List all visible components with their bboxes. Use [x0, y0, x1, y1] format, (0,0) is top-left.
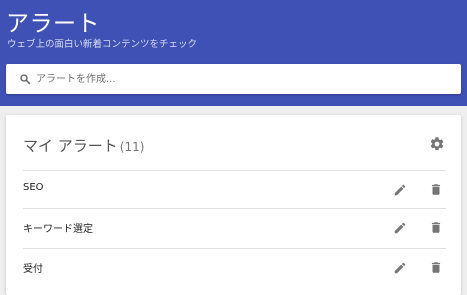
- delete-icon[interactable]: [429, 220, 443, 235]
- alert-name[interactable]: 受付: [23, 260, 43, 275]
- alert-row[interactable]: キーワード選定: [23, 208, 446, 247]
- my-alerts-title: マイ アラート: [23, 137, 118, 155]
- search-icon: [20, 74, 31, 85]
- edit-icon[interactable]: [393, 221, 407, 235]
- alert-name[interactable]: キーワード選定: [23, 220, 93, 235]
- page-title: アラート: [6, 11, 100, 37]
- gear-icon[interactable]: [429, 136, 445, 152]
- my-alerts-heading: マイ アラート (11): [23, 135, 144, 156]
- edit-icon[interactable]: [393, 261, 407, 275]
- app-header: アラート ウェブ上の面白い新着コンテンツをチェック: [0, 0, 467, 106]
- page-subtitle: ウェブ上の面白い新着コンテンツをチェック: [7, 39, 198, 50]
- my-alerts-card: マイ アラート (11) SEO キーワード選定 受付: [6, 115, 461, 295]
- delete-icon[interactable]: [429, 182, 443, 197]
- create-alert-input[interactable]: [32, 64, 460, 94]
- delete-icon[interactable]: [429, 260, 443, 275]
- create-alert-box[interactable]: [6, 64, 461, 94]
- my-alerts-count: (11): [119, 140, 145, 154]
- alert-name[interactable]: SEO: [23, 182, 44, 193]
- edit-icon[interactable]: [393, 183, 407, 197]
- alert-row[interactable]: 受付: [23, 248, 446, 287]
- alert-row[interactable]: SEO: [23, 170, 446, 209]
